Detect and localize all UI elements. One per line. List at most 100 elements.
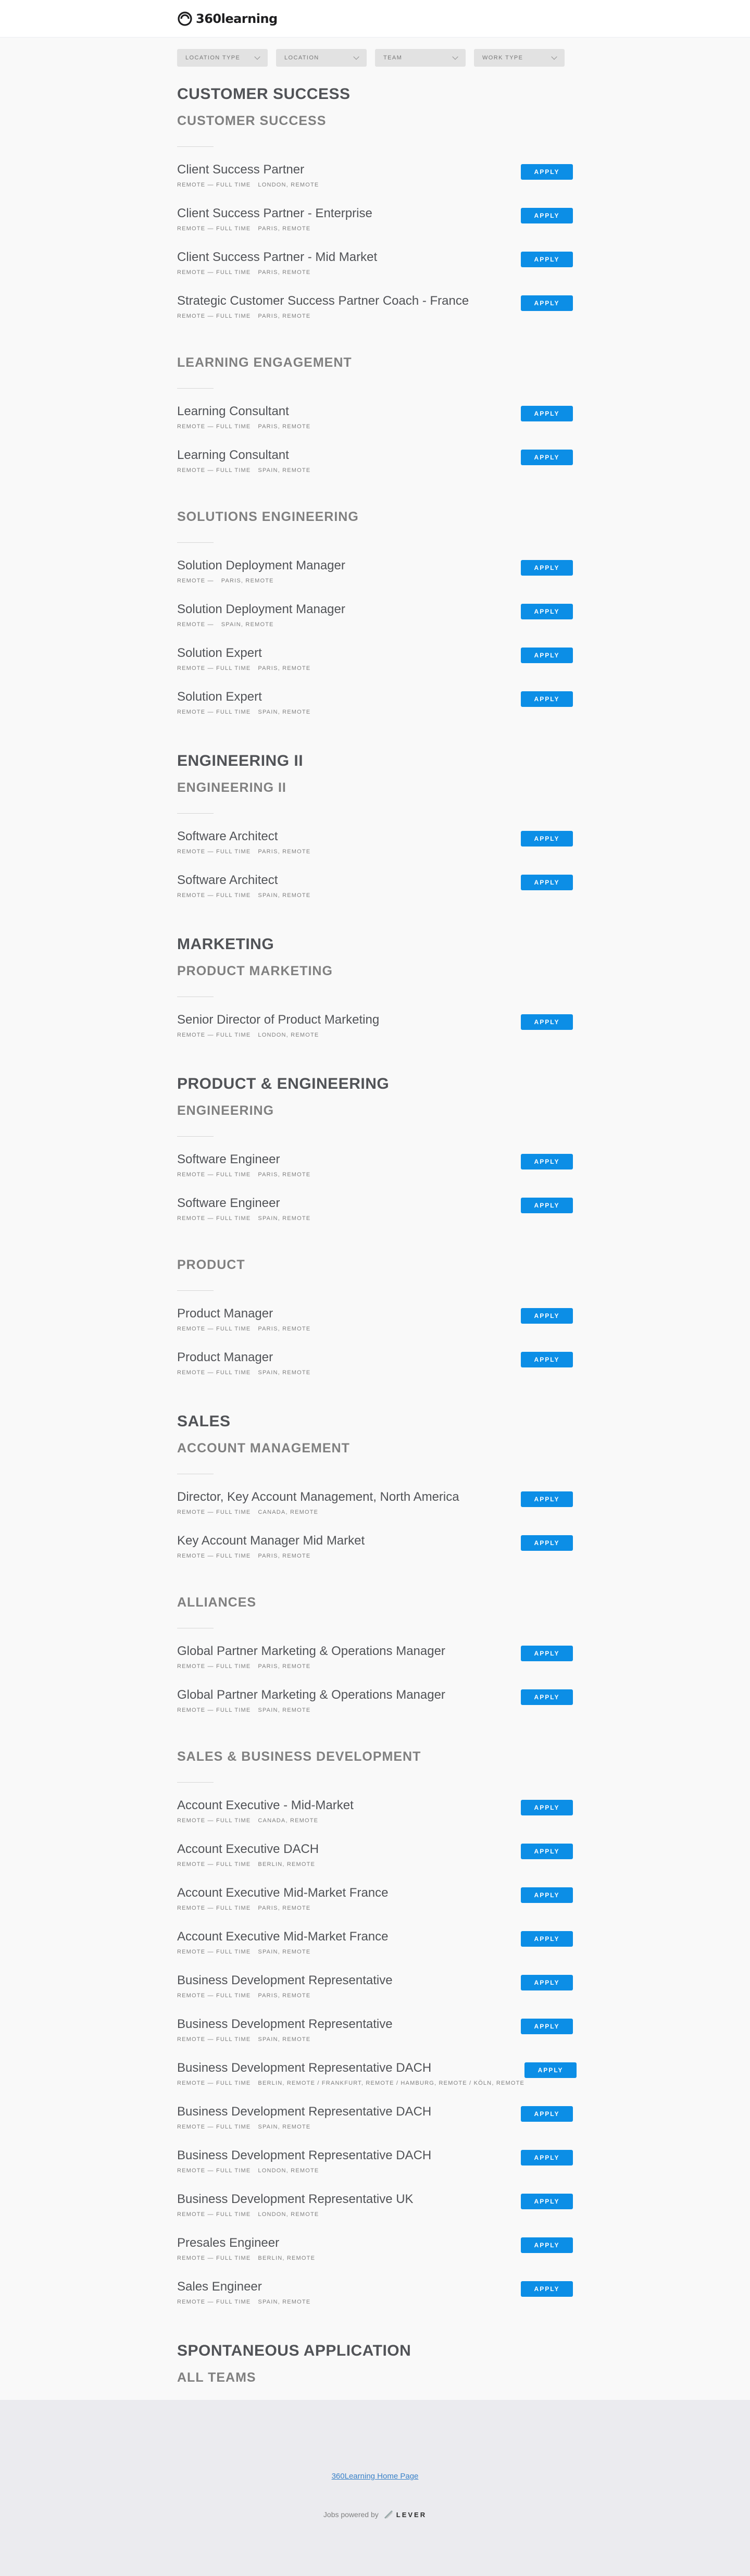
apply-button[interactable]: APPLY [524,2062,577,2078]
posting-location: PARIS, REMOTE [258,313,311,319]
posting-title[interactable]: Director, Key Account Management, North … [177,1490,459,1504]
job-posting: Sales Engineer REMOTE — FULL TIME SPAIN, … [177,2280,573,2323]
apply-button[interactable]: APPLY [521,1352,573,1367]
apply-button[interactable]: APPLY [521,406,573,421]
posting-title[interactable]: Learning Consultant [177,448,310,463]
job-posting: Global Partner Marketing & Operations Ma… [177,1688,573,1732]
apply-button[interactable]: APPLY [521,1014,573,1030]
filter-team[interactable]: TEAM [375,49,466,67]
apply-button[interactable]: APPLY [521,2194,573,2209]
apply-button[interactable]: APPLY [521,1308,573,1324]
posting-title[interactable]: Solution Deployment Manager [177,602,345,617]
posting-meta: REMOTE — FULL TIME CANADA, REMOTE [177,1818,354,1824]
posting-title[interactable]: Software Architect [177,873,310,888]
job-posting: Account Executive Mid-Market France REMO… [177,1886,573,1930]
posting-title[interactable]: Account Executive DACH [177,1842,319,1857]
posting-title[interactable]: Software Engineer [177,1196,310,1211]
posting-title[interactable]: Product Manager [177,1350,310,1365]
apply-button[interactable]: APPLY [521,1198,573,1213]
posting-title[interactable]: Senior Director of Product Marketing [177,1013,379,1027]
posting-title[interactable]: Software Engineer [177,1152,310,1167]
apply-button[interactable]: APPLY [521,1887,573,1903]
apply-button[interactable]: APPLY [521,2281,573,2297]
company-logo[interactable]: 360learning [177,0,573,38]
posting-title[interactable]: Software Architect [177,829,310,844]
team-title: ENGINEERING [177,1103,274,1118]
apply-button[interactable]: APPLY [521,2106,573,2122]
posting-title[interactable]: Business Development Representative UK [177,2192,414,2207]
posting-title[interactable]: Strategic Customer Success Partner Coach… [177,294,469,308]
posting-info: Solution Deployment Manager REMOTE — PARI… [177,558,345,584]
team-title: SALES & BUSINESS DEVELOPMENT [177,1749,421,1764]
posting-title[interactable]: Sales Engineer [177,2280,310,2294]
posting-title[interactable]: Global Partner Marketing & Operations Ma… [177,1688,445,1702]
posting-title[interactable]: Learning Consultant [177,404,310,419]
department-section: CUSTOMER SUCCESS CUSTOMER SUCCESS Client … [177,85,573,733]
posting-title[interactable]: Business Development Representative [177,2017,393,2032]
apply-button[interactable]: APPLY [521,1535,573,1551]
apply-button[interactable]: APPLY [521,831,573,847]
apply-button[interactable]: APPLY [521,2019,573,2034]
posting-commitment: REMOTE — FULL TIME [177,2299,251,2305]
job-posting: Account Executive Mid-Market France REMO… [177,1930,573,1973]
apply-button[interactable]: APPLY [521,164,573,180]
apply-button[interactable]: APPLY [521,1689,573,1705]
apply-button[interactable]: APPLY [521,252,573,267]
posting-title[interactable]: Product Manager [177,1306,310,1321]
apply-button[interactable]: APPLY [521,1646,573,1661]
posting-title[interactable]: Client Success Partner - Enterprise [177,206,372,221]
posting-meta: REMOTE — FULL TIME BERLIN, REMOTE / FRANK… [177,2080,524,2086]
posting-title[interactable]: Global Partner Marketing & Operations Ma… [177,1644,445,1659]
home-page-link[interactable]: 360Learning Home Page [0,2472,750,2481]
posting-title[interactable]: Account Executive - Mid-Market [177,1798,354,1813]
posting-commitment: REMOTE — [177,621,214,628]
posting-meta: REMOTE — FULL TIME PARIS, REMOTE [177,424,310,430]
posting-commitment: REMOTE — FULL TIME [177,467,251,474]
apply-button[interactable]: APPLY [521,1844,573,1859]
posting-meta: REMOTE — FULL TIME BERLIN, REMOTE [177,1861,319,1868]
posting-commitment: REMOTE — FULL TIME [177,2036,251,2043]
filter-label: LOCATION TYPE [185,55,241,61]
posting-info: Account Executive Mid-Market France REMO… [177,1930,388,1955]
apply-button[interactable]: APPLY [521,560,573,576]
apply-button[interactable]: APPLY [521,2150,573,2166]
posting-title[interactable]: Account Executive Mid-Market France [177,1930,388,1944]
posting-title[interactable]: Client Success Partner - Mid Market [177,250,377,265]
team-title: CUSTOMER SUCCESS [177,114,327,128]
posting-title[interactable]: Key Account Manager Mid Market [177,1534,365,1548]
apply-button[interactable]: APPLY [521,604,573,619]
apply-button[interactable]: APPLY [521,208,573,223]
department-title: CUSTOMER SUCCESS [177,85,351,103]
apply-button[interactable]: APPLY [521,648,573,663]
posting-title[interactable]: Account Executive Mid-Market France [177,1886,388,1900]
posting-title[interactable]: Client Success Partner [177,163,319,177]
posting-title[interactable]: Business Development Representative DACH [177,2061,524,2075]
posting-meta: REMOTE — FULL TIME SPAIN, REMOTE [177,2124,431,2130]
apply-button[interactable]: APPLY [521,1154,573,1169]
filter-work-type[interactable]: WORK TYPE [474,49,565,67]
posting-title[interactable]: Business Development Representative DACH [177,2105,431,2119]
apply-button[interactable]: APPLY [521,691,573,707]
apply-button[interactable]: APPLY [521,450,573,465]
posting-title[interactable]: Business Development Representative DACH [177,2148,431,2163]
apply-button[interactable]: APPLY [521,875,573,890]
posting-title[interactable]: Solution Expert [177,690,310,704]
apply-button[interactable]: APPLY [521,2237,573,2253]
posting-location: LONDON, REMOTE [258,2168,319,2174]
posting-title[interactable]: Business Development Representative [177,1973,393,1988]
posting-title[interactable]: Solution Deployment Manager [177,558,345,573]
powered-by: Jobs powered by LEVER [0,2510,750,2519]
posting-info: Product Manager REMOTE — FULL TIME SPAIN,… [177,1350,310,1376]
filter-location[interactable]: LOCATION [276,49,367,67]
apply-button[interactable]: APPLY [521,1491,573,1507]
apply-button[interactable]: APPLY [521,295,573,311]
posting-location: BERLIN, REMOTE [258,2255,316,2261]
apply-button[interactable]: APPLY [521,1800,573,1815]
posting-title[interactable]: Solution Expert [177,646,310,661]
filter-location-type[interactable]: LOCATION TYPE [177,49,268,67]
apply-button[interactable]: APPLY [521,1975,573,1990]
apply-button[interactable]: APPLY [521,1931,573,1947]
job-posting: Software Engineer REMOTE — FULL TIME PARI… [177,1152,573,1196]
posting-title[interactable]: Presales Engineer [177,2236,315,2250]
lever-logo[interactable]: LEVER [384,2510,427,2519]
